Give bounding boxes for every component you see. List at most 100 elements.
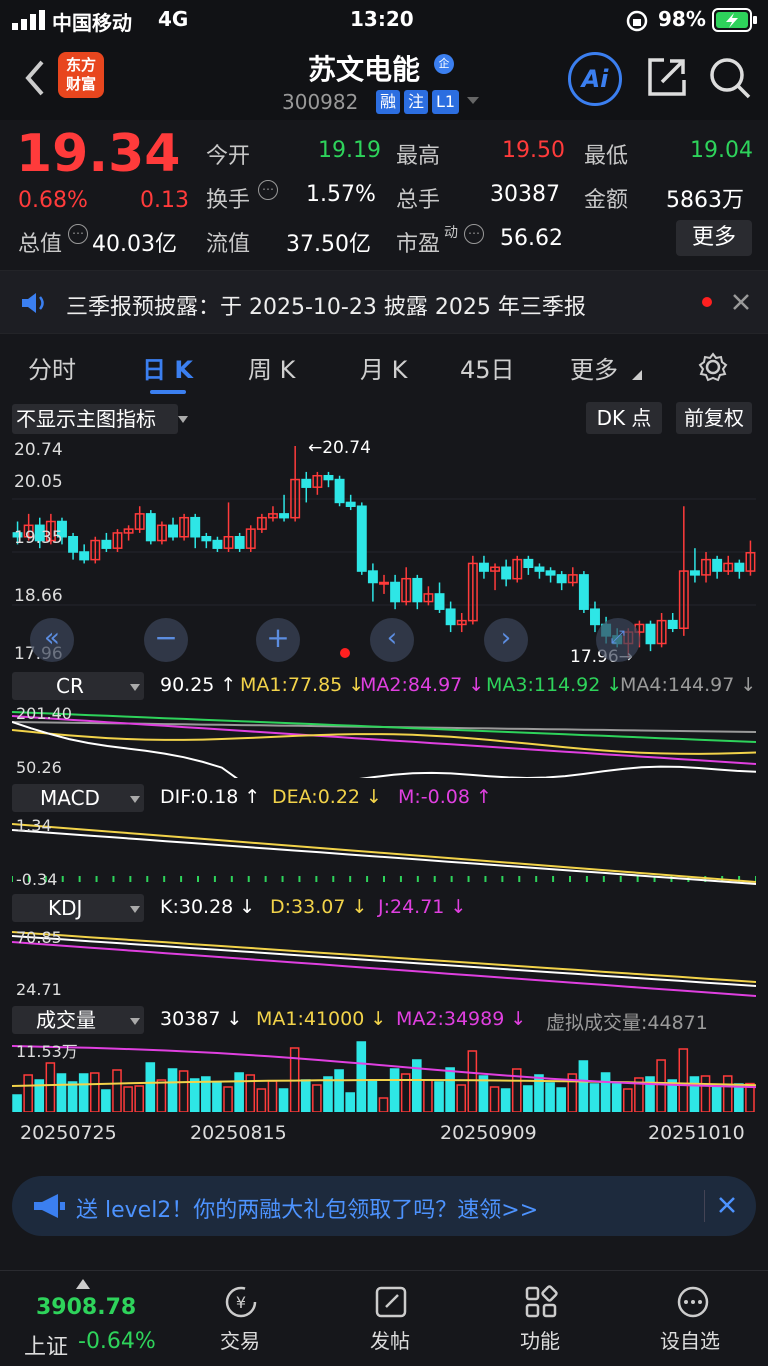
enterprise-badge-icon: 企 (434, 54, 454, 74)
tab-daily-k[interactable]: 日 K (142, 350, 193, 385)
cr-axis-top: 201.40 (16, 704, 72, 723)
chevron-down-icon[interactable] (466, 96, 480, 106)
candle-body (379, 581, 389, 585)
promo-banner[interactable]: 送 level2！你的两融大礼包领取了吗？速领>> (12, 1176, 756, 1236)
candle-body (145, 513, 156, 542)
price-axis-2: 20.05 (14, 472, 63, 492)
turnover-info-icon[interactable]: ⋯ (258, 180, 278, 200)
volume-bar (78, 1073, 89, 1112)
index-change[interactable]: -0.64% (78, 1329, 156, 1354)
settings-gear-icon[interactable] (698, 352, 728, 382)
volume-bar (212, 1081, 222, 1112)
scroll-right-button[interactable]: › (484, 618, 528, 662)
scroll-left-fast-button[interactable]: « (30, 618, 74, 662)
nav-post[interactable]: 发帖 (370, 1325, 410, 1354)
nav-functions[interactable]: 功能 (520, 1325, 560, 1354)
volume-dropdown-icon (130, 1018, 140, 1025)
macd-axis-top: 1.34 (16, 816, 52, 835)
candle-body (434, 593, 445, 610)
volume-bar (23, 1074, 33, 1112)
index-value[interactable]: 3908.78 (36, 1295, 136, 1320)
volume-bar (67, 1081, 78, 1112)
logo-line-2: 财富 (65, 75, 96, 93)
candle-body (334, 478, 345, 504)
adjust-mode-button[interactable]: 前复权 (676, 402, 752, 434)
tab-weekly-k[interactable]: 周 K (248, 350, 295, 385)
back-arrow-icon[interactable] (22, 58, 46, 98)
float-cap-value: 37.50亿 (286, 232, 371, 257)
scroll-left-button[interactable]: ‹ (370, 618, 414, 662)
macd-indicator-select[interactable]: MACD (12, 784, 144, 812)
pe-info-icon[interactable]: ⋯ (464, 224, 484, 244)
trade-icon[interactable]: ¥ (224, 1285, 258, 1319)
pe-value: 56.62 (500, 226, 563, 251)
up-caret-icon (76, 1279, 90, 1289)
nav-trade[interactable]: 交易 (220, 1325, 260, 1354)
tab-intraday[interactable]: 分时 (28, 350, 76, 385)
volume-bar (356, 1041, 367, 1112)
high-label: 最高 (396, 144, 441, 169)
volume-bar (223, 1086, 233, 1112)
market-cap-info-icon[interactable]: ⋯ (68, 224, 88, 244)
index-name[interactable]: 上证 (24, 1329, 68, 1361)
volume-virtual: 虚拟成交量:44871 (546, 1012, 708, 1034)
candle-body (412, 577, 423, 603)
share-icon[interactable] (646, 56, 688, 98)
volume-bar (456, 1084, 467, 1112)
nav-add-watchlist[interactable]: 设自选 (660, 1325, 720, 1354)
candle-body (79, 551, 90, 561)
dk-point-button[interactable]: DK 点 (586, 402, 662, 434)
post-icon[interactable] (374, 1285, 408, 1319)
cr-chart (12, 711, 756, 778)
cr-indicator-select[interactable]: CR (12, 672, 144, 700)
functions-grid-icon[interactable] (524, 1285, 558, 1319)
promo-close-icon[interactable] (718, 1196, 736, 1214)
cr-ma1-line (12, 729, 756, 755)
tab-more[interactable]: 更多 (570, 350, 618, 385)
svg-text:¥: ¥ (236, 1293, 246, 1312)
volume-bar (622, 1088, 633, 1112)
candle-body (578, 574, 589, 610)
volume-bar (489, 1086, 500, 1112)
volume-bar (256, 1088, 267, 1112)
amount-value: 5863万 (666, 188, 744, 213)
zoom-in-button[interactable]: + (256, 618, 300, 662)
candle-body (501, 566, 512, 580)
volume-bar (722, 1075, 733, 1112)
kline-chart-area[interactable]: 不显示主图指标 DK 点 前复权 20.74 20.05 19.35 18.66… (0, 398, 768, 1168)
volume-bar (545, 1082, 555, 1112)
battery-icon (712, 8, 757, 32)
macd-dif-line (12, 829, 756, 885)
kdj-axis-bottom: 24.71 (16, 980, 62, 999)
amount-label: 金额 (584, 188, 629, 213)
low-value: 19.04 (690, 138, 753, 163)
volume-bar (278, 1088, 289, 1112)
date-label-1: 20250725 (20, 1122, 117, 1144)
ai-assistant-button[interactable]: Ai (568, 52, 622, 106)
app-logo[interactable]: 东方 财富 (58, 52, 104, 98)
zoom-out-button[interactable]: − (144, 618, 188, 662)
close-icon[interactable] (732, 293, 750, 311)
more-button[interactable]: 更多 (676, 220, 752, 256)
tab-45-day[interactable]: 45日 (460, 350, 515, 385)
candle-body (367, 570, 378, 584)
macd-dif: DIF:0.18 ↑ (160, 786, 261, 808)
search-icon[interactable] (708, 56, 752, 100)
fullscreen-button[interactable]: ⤢ (596, 618, 640, 662)
volume-indicator-select[interactable]: 成交量 (12, 1006, 144, 1034)
notice-bar[interactable]: 三季报预披露：于 2025-10-23 披露 2025 年三季报 (0, 270, 768, 334)
market-cap-label: 总值 (18, 232, 63, 257)
kdj-indicator-select[interactable]: KDJ (12, 894, 144, 922)
watchlist-more-icon[interactable] (676, 1285, 710, 1319)
main-indicator-label: 不显示主图指标 (16, 407, 156, 431)
volume-ma1: MA1:41000 ↓ (256, 1008, 387, 1030)
tab-monthly-k[interactable]: 月 K (360, 350, 407, 385)
volume-bar (556, 1087, 566, 1112)
price-axis-3: 19.35 (14, 528, 63, 548)
volume-value: 30387 (490, 182, 560, 207)
candle-body (68, 535, 79, 553)
main-indicator-select[interactable]: 不显示主图指标 (12, 404, 178, 434)
volume-bar (611, 1083, 622, 1112)
volume-bar (112, 1069, 122, 1112)
volume-bar (334, 1069, 344, 1112)
